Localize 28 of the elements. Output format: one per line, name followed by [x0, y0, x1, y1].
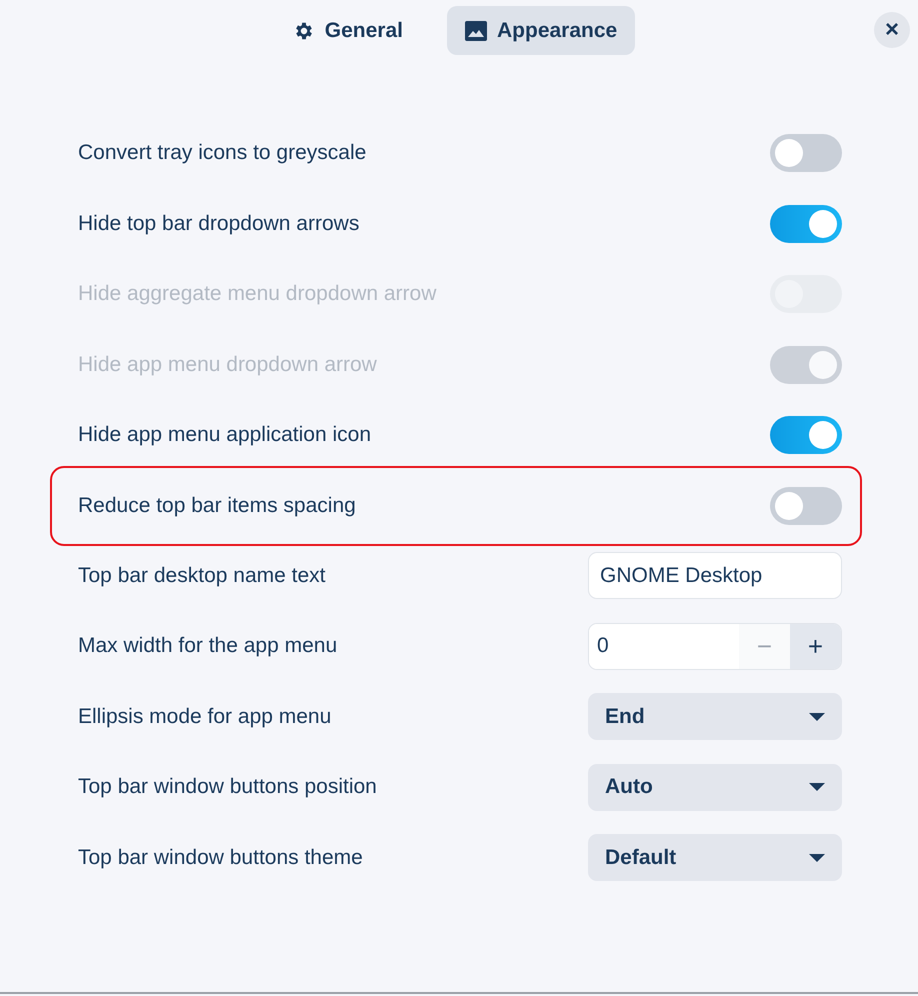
setting-label: Hide top bar dropdown arrows: [78, 212, 360, 236]
caret-icon: [809, 783, 825, 792]
dropdown[interactable]: Default: [588, 834, 842, 882]
text-field[interactable]: GNOME Desktop: [588, 552, 842, 600]
image-icon: [465, 20, 487, 40]
setting-label: Hide aggregate menu dropdown arrow: [78, 282, 436, 306]
setting-label: Top bar desktop name text: [78, 564, 326, 588]
setting-label: Hide app menu dropdown arrow: [78, 352, 377, 377]
setting-label: Top bar window buttons position: [78, 775, 377, 800]
setting-label: Top bar window buttons theme: [78, 846, 363, 870]
toggle-switch[interactable]: [770, 134, 842, 172]
setting-label: Hide app menu application icon: [78, 423, 372, 448]
setting-label: Max width for the app menu: [78, 634, 338, 658]
increment-button[interactable]: +: [790, 624, 841, 669]
dropdown[interactable]: Auto: [588, 764, 842, 811]
toggle-switch[interactable]: [770, 204, 842, 243]
spin-control[interactable]: 0 − +: [588, 622, 842, 670]
close-button[interactable]: ×: [874, 12, 910, 48]
caret-icon: [809, 712, 825, 721]
setting-label: Ellipsis mode for app menu: [78, 704, 332, 729]
toggle-switch[interactable]: [770, 416, 842, 454]
toggle-switch[interactable]: [770, 486, 842, 524]
setting-label: Convert tray icons to greyscale: [78, 141, 366, 166]
setting-label: Reduce top bar items spacing: [78, 494, 356, 518]
tab[interactable]: General: [274, 6, 421, 55]
caret-icon: [809, 854, 825, 862]
dropdown[interactable]: End: [588, 693, 842, 740]
tab[interactable]: Appearance: [447, 6, 636, 55]
